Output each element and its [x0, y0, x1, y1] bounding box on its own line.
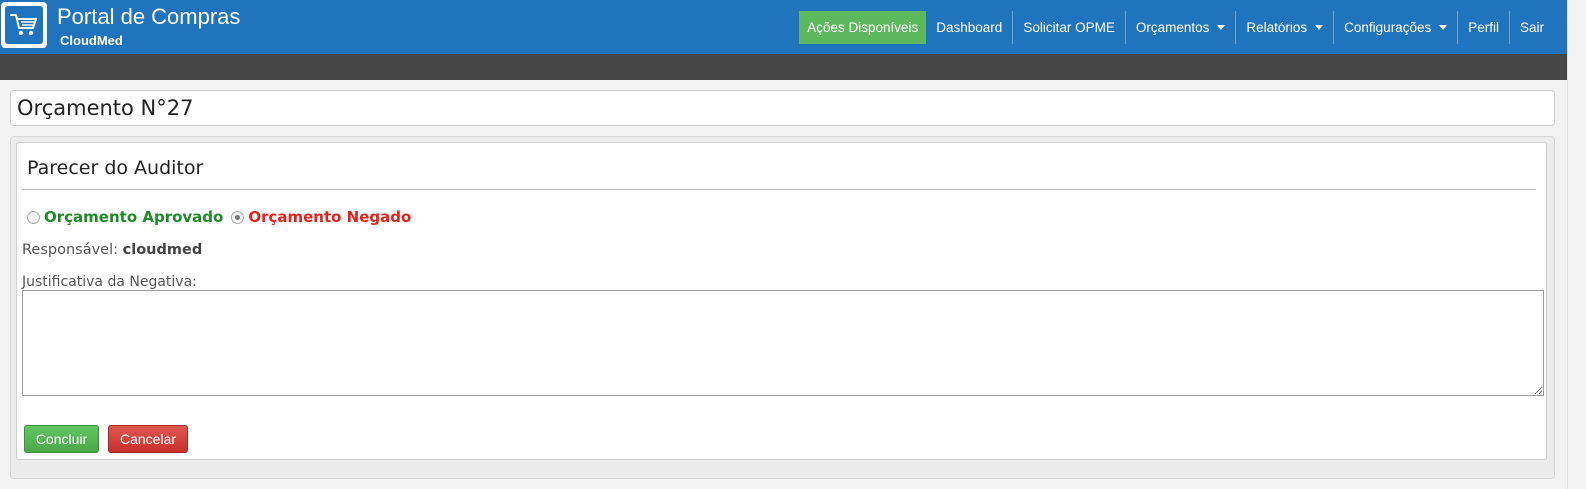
nav-relatorios[interactable]: Relatórios — [1235, 11, 1333, 44]
justification-textarea[interactable] — [22, 290, 1544, 396]
main-nav: Ações Disponíveis Dashboard Solicitar OP… — [799, 11, 1554, 44]
radio-approved-label[interactable]: Orçamento Aprovado — [44, 208, 223, 226]
title-panel: Orçamento N°27 — [10, 90, 1555, 126]
nav-configuracoes[interactable]: Configurações — [1333, 11, 1457, 44]
responsible-value: cloudmed — [122, 242, 203, 258]
chevron-down-icon — [1439, 25, 1448, 30]
radio-approved[interactable] — [27, 210, 40, 224]
nav-solicitar-opme[interactable]: Solicitar OPME — [1012, 11, 1125, 44]
page-title: Orçamento N°27 — [17, 96, 194, 120]
top-navbar: Portal de Compras CloudMed Ações Disponí… — [0, 0, 1568, 54]
responsible-label: Responsável: — [22, 242, 119, 258]
conclude-button[interactable]: Concluir — [24, 425, 99, 453]
app-title: Portal de Compras — [57, 4, 241, 29]
nav-dashboard[interactable]: Dashboard — [926, 11, 1012, 44]
app-subtitle: CloudMed — [60, 33, 123, 48]
sub-navbar — [0, 54, 1568, 80]
section-title: Parecer do Auditor — [27, 157, 204, 179]
radio-denied[interactable] — [231, 210, 245, 224]
nav-perfil[interactable]: Perfil — [1457, 11, 1509, 44]
nav-sair[interactable]: Sair — [1508, 11, 1554, 44]
cancel-button[interactable]: Cancelar — [108, 425, 188, 453]
divider — [22, 189, 1536, 190]
auditor-panel: Parecer do Auditor Orçamento Aprovado Or… — [10, 136, 1555, 479]
logo[interactable] — [1, 2, 47, 48]
justification-label: Justificativa da Negativa: — [22, 274, 197, 290]
page-scrollbar[interactable] — [1567, 0, 1586, 489]
auditor-form: Parecer do Auditor Orçamento Aprovado Or… — [16, 142, 1547, 460]
nav-acoes-disponiveis[interactable]: Ações Disponíveis — [799, 11, 927, 44]
radio-denied-label[interactable]: Orçamento Negado — [248, 208, 411, 226]
chevron-down-icon — [1217, 25, 1226, 30]
nav-orcamentos[interactable]: Orçamentos — [1124, 11, 1236, 44]
chevron-down-icon — [1315, 25, 1324, 30]
decision-radio-group: Orçamento Aprovado Orçamento Negado — [27, 208, 411, 226]
shopping-cart-icon — [10, 14, 37, 36]
responsible-row: Responsável: cloudmed — [22, 242, 202, 258]
